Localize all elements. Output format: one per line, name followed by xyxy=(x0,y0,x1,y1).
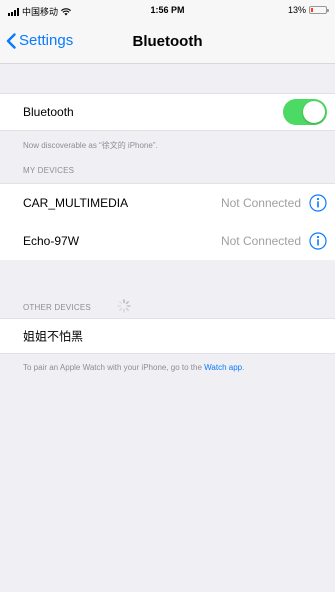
bluetooth-toggle[interactable] xyxy=(283,99,327,125)
info-icon[interactable] xyxy=(309,194,327,212)
pair-note-text: To pair an Apple Watch with your iPhone,… xyxy=(23,363,205,372)
info-icon[interactable] xyxy=(309,232,327,250)
pair-watch-note: To pair an Apple Watch with your iPhone,… xyxy=(23,362,321,373)
battery-icon xyxy=(309,6,329,14)
loading-spinner-icon xyxy=(117,299,131,313)
device-name: CAR_MULTIMEDIA xyxy=(23,196,129,210)
device-name: 姐姐不怕黑 xyxy=(23,329,84,344)
my-devices-header: MY DEVICES xyxy=(23,166,75,175)
page-title: Bluetooth xyxy=(132,33,203,50)
other-device-row[interactable]: 姐姐不怕黑 xyxy=(0,318,335,354)
my-devices-list: CAR_MULTIMEDIA Not Connected Echo-97W No… xyxy=(0,183,335,260)
status-bar: 中国移动 1:56 PM 13% xyxy=(0,0,335,20)
bluetooth-label: Bluetooth xyxy=(23,105,74,119)
bluetooth-row: Bluetooth xyxy=(0,93,335,131)
device-name: Echo-97W xyxy=(23,234,80,248)
status-time: 1:56 PM xyxy=(150,5,185,15)
other-devices-header: OTHER DEVICES xyxy=(23,303,91,312)
battery-fill xyxy=(311,8,313,12)
watch-app-link[interactable]: Watch app xyxy=(204,363,242,372)
pair-note-end: . xyxy=(242,363,245,372)
device-status: Not Connected xyxy=(220,196,301,210)
status-right: 13% xyxy=(287,5,329,15)
device-row[interactable]: CAR_MULTIMEDIA Not Connected xyxy=(0,184,335,222)
discoverable-note: Now discoverable as “徐文的 iPhone”. xyxy=(23,141,158,150)
device-row[interactable]: Echo-97W Not Connected xyxy=(0,222,335,260)
toggle-knob xyxy=(303,101,325,123)
battery-percent: 13% xyxy=(287,5,306,15)
device-status: Not Connected xyxy=(220,234,301,248)
navigation-bar: Settings Bluetooth xyxy=(0,20,335,64)
